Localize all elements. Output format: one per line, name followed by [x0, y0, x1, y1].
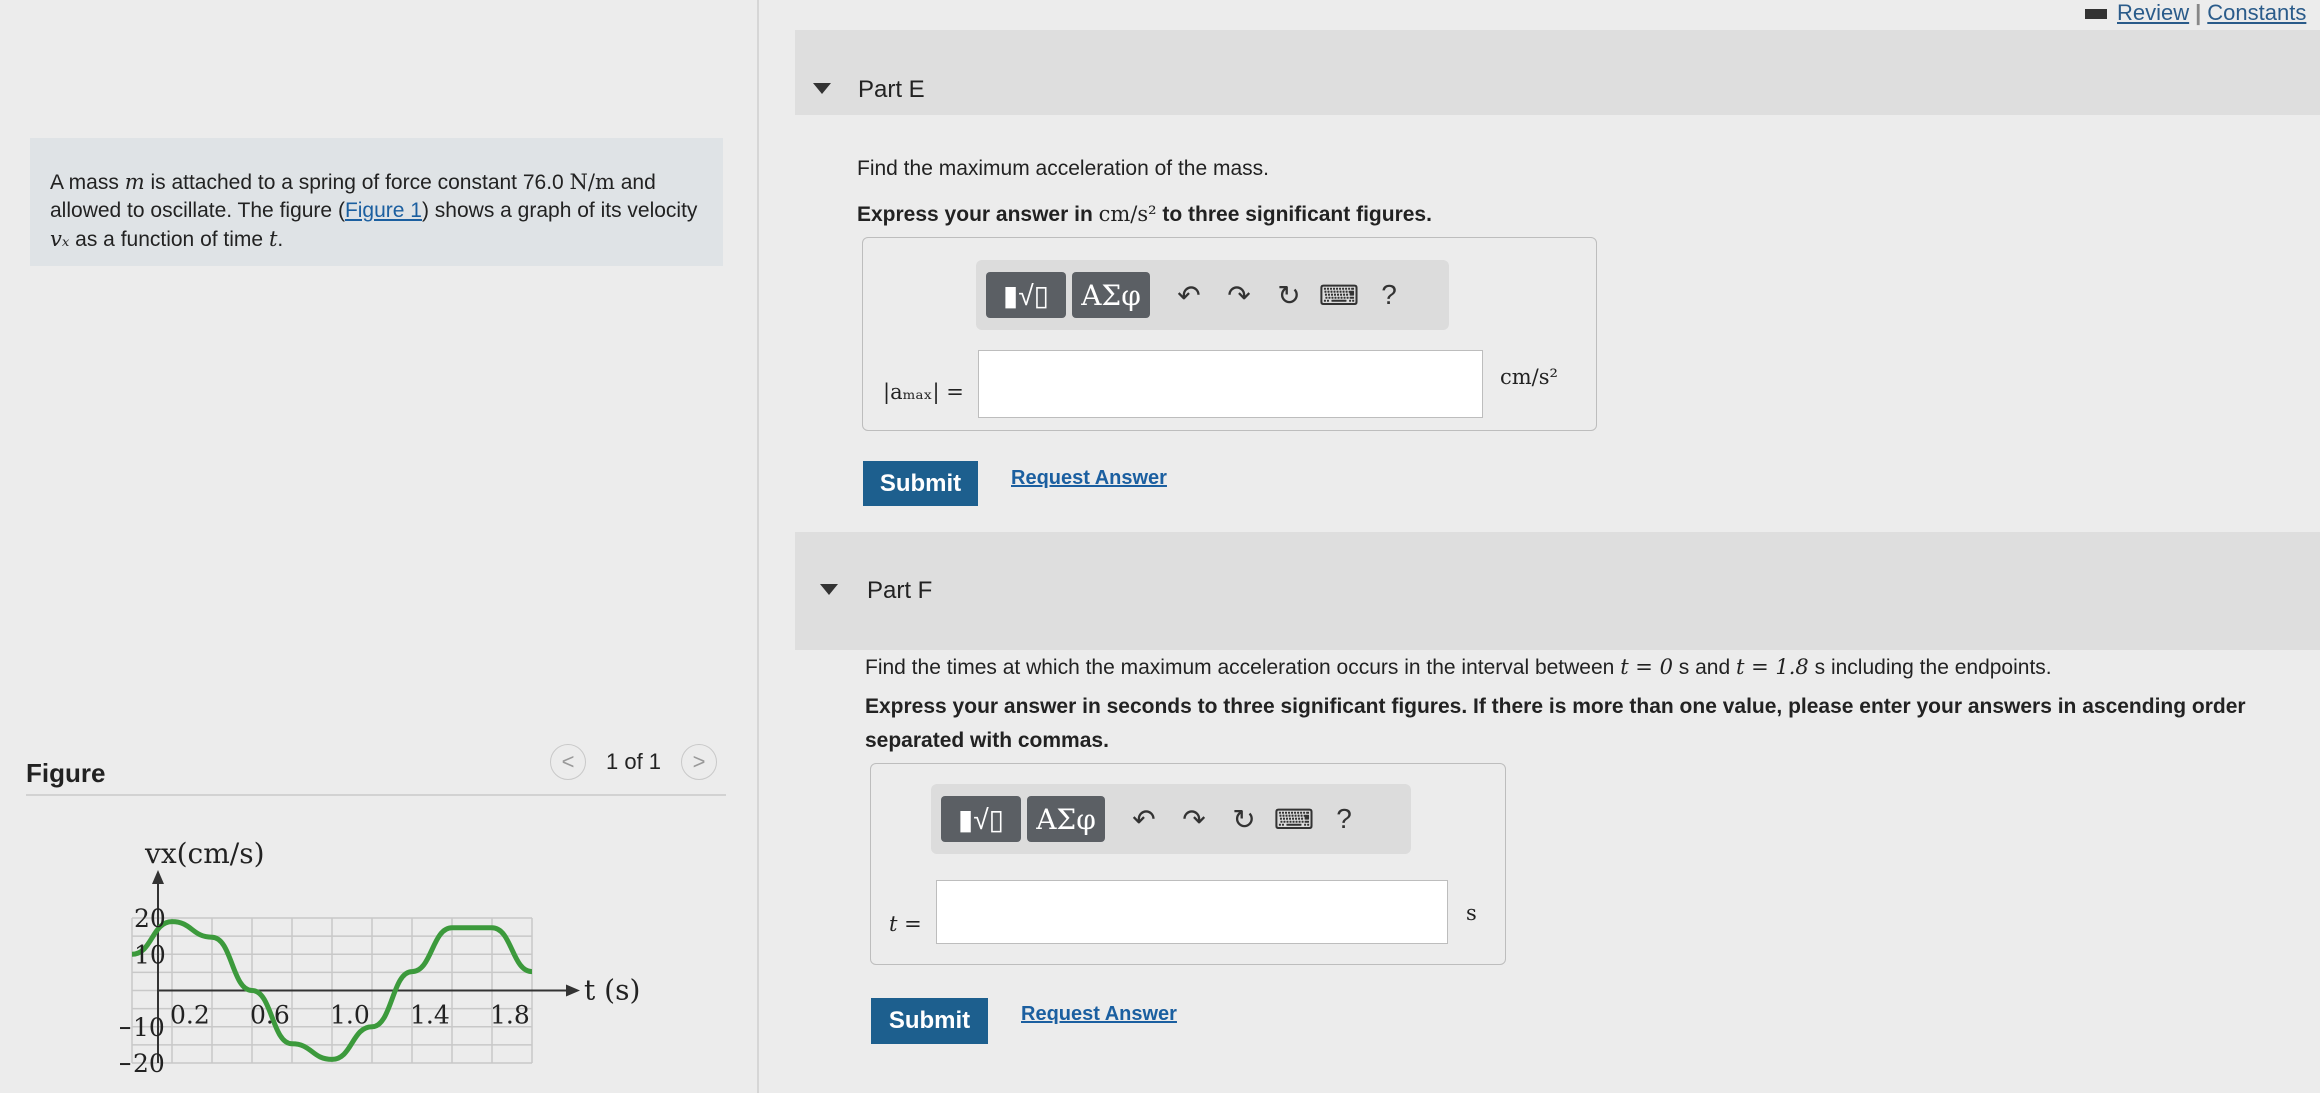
review-link[interactable]: Review [2117, 0, 2189, 25]
part-f-variable-label: t = [889, 912, 922, 936]
figure-title: Figure [26, 758, 106, 788]
part-e-instructions: Express your answer in cm/s² to three si… [857, 202, 1432, 227]
radical-template-icon: ▮√▯ [1002, 279, 1050, 311]
intro-text-2: is attached to a spring of force constan… [144, 171, 570, 194]
part-e-question: Find the maximum acceleration of the mas… [857, 157, 1270, 180]
topbar-separator: | [2195, 0, 2202, 25]
constants-link[interactable]: Constants [2207, 0, 2306, 25]
intro-text-6: . [277, 228, 284, 251]
figure-divider [26, 794, 726, 796]
problem-text: A mass m is attached to a spring of forc… [50, 168, 710, 254]
greek-symbols-button[interactable]: ΑΣφ [1072, 272, 1150, 318]
x-tick-label: 1.8 [490, 1001, 530, 1030]
part-e-answer-input[interactable] [978, 350, 1483, 418]
undo-icon[interactable]: ↶ [1119, 803, 1169, 836]
x-tick-label: 0.2 [170, 1001, 210, 1030]
x-tick-label: 0.6 [250, 1001, 290, 1030]
part-f-header[interactable]: Part F [795, 532, 2320, 650]
redo-icon[interactable]: ↷ [1214, 279, 1264, 312]
radical-template-icon: ▮√▯ [957, 803, 1005, 835]
panel-divider [757, 0, 759, 1093]
chevron-left-icon: < [561, 749, 575, 774]
y-tick-label: 10 [134, 940, 166, 969]
collapse-triangle-icon [813, 83, 831, 94]
figure-1-link[interactable]: Figure 1 [345, 199, 422, 222]
part-f-unit: s [1466, 901, 1477, 925]
x-tick-label: 1.0 [330, 1001, 370, 1030]
y-axis-label: vx(cm/s) [144, 837, 265, 870]
keyboard-icon[interactable]: ⌨ [1314, 279, 1364, 312]
greek-symbols-icon: ΑΣφ [1081, 278, 1141, 312]
part-f-answer-input[interactable] [936, 880, 1448, 944]
x-axis-label: t (s) [584, 974, 640, 1007]
part-e-instr-2: to three significant figures. [1156, 203, 1432, 226]
templates-button[interactable]: ▮√▯ [941, 796, 1021, 842]
velocity-chart: vx(cm/s) t (s) 0.2 0.6 1.0 1.4 1.8 20 10 −10 −2… [120, 837, 640, 1078]
greek-symbols-button[interactable]: ΑΣφ [1027, 796, 1105, 842]
part-e-instr-1: Express your answer in [857, 203, 1099, 226]
top-links: Review | Constants [2085, 0, 2306, 25]
part-f-question: Find the times at which the maximum acce… [865, 655, 2265, 680]
symbol-vx: vₓ [50, 227, 70, 251]
part-f-q-t0: t = 0 [1620, 655, 1673, 679]
part-f-title: Part F [867, 577, 933, 604]
prev-figure-button[interactable]: < [550, 744, 586, 780]
part-e-title: Part E [858, 76, 925, 103]
x-axis-arrow-icon [566, 984, 580, 997]
y-tick-label: −20 [120, 1049, 165, 1078]
chart-axes [152, 870, 580, 1063]
part-f-q-text-1: Find the times at which the maximum acce… [865, 656, 1621, 679]
y-tick-label: 20 [134, 904, 166, 933]
part-f-q-text-2: s and [1672, 656, 1736, 679]
part-f-q-t1: t = 1.8 [1735, 655, 1809, 679]
keyboard-icon[interactable]: ⌨ [1269, 803, 1319, 836]
intro-text-4: ) shows a graph of its velocity [421, 199, 698, 222]
collapse-triangle-icon [820, 584, 838, 595]
x-tick-label: 1.4 [410, 1001, 450, 1030]
part-e-submit-button[interactable]: Submit [863, 461, 978, 506]
review-icon [2085, 9, 2107, 20]
greek-symbols-icon: ΑΣφ [1036, 802, 1096, 836]
help-icon[interactable]: ? [1364, 279, 1414, 311]
part-e-math-toolbar: ▮√▯ ΑΣφ ↶ ↷ ↻ ⌨ ? [976, 260, 1449, 330]
part-f-answer-box: ▮√▯ ΑΣφ ↶ ↷ ↻ ⌨ ? t = s [870, 763, 1506, 965]
part-f-math-toolbar: ▮√▯ ΑΣφ ↶ ↷ ↻ ⌨ ? [931, 784, 1411, 854]
templates-button[interactable]: ▮√▯ [986, 272, 1066, 318]
part-e-variable-label: |aₘₐₓ| = [883, 380, 964, 404]
next-figure-button[interactable]: > [681, 744, 718, 780]
part-e-unit: cm/s² [1500, 365, 1558, 389]
part-f-request-answer-link[interactable]: Request Answer [1021, 1003, 1177, 1026]
unit-n-per-m: N/m [569, 170, 615, 194]
y-axis-arrow-icon [152, 870, 164, 884]
y-tick-label: −10 [120, 1013, 165, 1042]
chevron-right-icon: > [692, 749, 706, 774]
figure-pager: < 1 of 1 > [550, 744, 718, 780]
part-f-q-text-3: s including the endpoints. [1808, 656, 2052, 679]
part-e-instr-unit: cm/s² [1098, 202, 1157, 226]
part-f-submit-button[interactable]: Submit [871, 998, 988, 1044]
part-f-instructions: Express your answer in seconds to three … [865, 695, 2246, 752]
part-e-answer-box: ▮√▯ ΑΣφ ↶ ↷ ↻ ⌨ ? |aₘₐₓ| = cm/s² [862, 237, 1597, 431]
reset-icon[interactable]: ↻ [1219, 803, 1269, 836]
part-e-header[interactable]: Part E [795, 30, 2320, 115]
intro-text-1: A mass [50, 171, 125, 194]
undo-icon[interactable]: ↶ [1164, 279, 1214, 312]
figure-page-count: 1 of 1 [606, 749, 662, 774]
help-icon[interactable]: ? [1319, 803, 1369, 835]
redo-icon[interactable]: ↷ [1169, 803, 1219, 836]
problem-statement: A mass m is attached to a spring of forc… [30, 138, 723, 266]
part-e-request-answer-link[interactable]: Request Answer [1011, 467, 1167, 490]
reset-icon[interactable]: ↻ [1264, 279, 1314, 312]
intro-text-5: as a function of time [69, 228, 269, 251]
symbol-m: m [124, 170, 145, 194]
